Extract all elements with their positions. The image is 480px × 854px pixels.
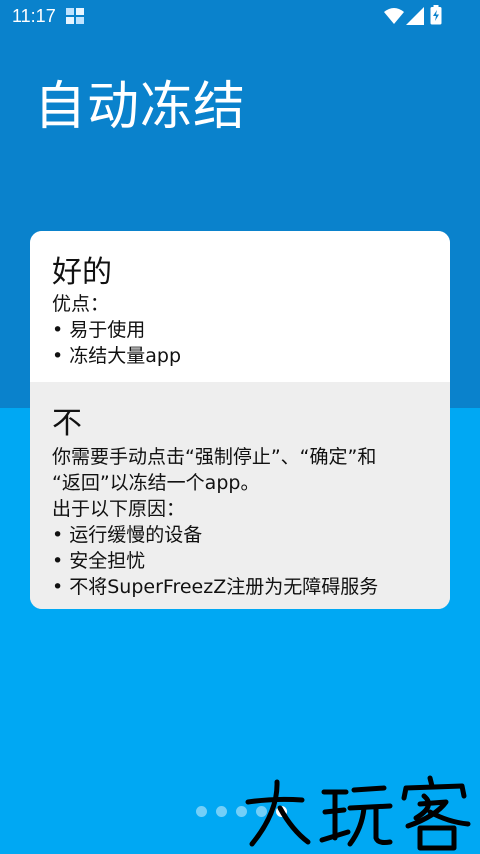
bad-heading: 不 <box>52 406 82 441</box>
wifi-icon <box>384 8 404 24</box>
good-line: • 冻结大量app <box>52 345 182 367</box>
good-section: 好的 优点： • 易于使用 • 冻结大量app <box>30 231 450 382</box>
bad-line: 你需要手动点击“强制停止”、“确定”和 <box>52 446 377 468</box>
bad-list: 你需要手动点击“强制停止”、“确定”和 “返回”以冻结一个app。 出于以下原因… <box>52 444 442 600</box>
bad-line: • 安全担忧 <box>52 550 146 572</box>
battery-charging-icon <box>430 5 442 25</box>
status-time: 11:17 <box>12 6 56 26</box>
comparison-card: 好的 优点： • 易于使用 • 冻结大量app 不 你需要手动点击“强制停止”、… <box>30 231 450 609</box>
page-title: 自动冻结 <box>34 77 247 137</box>
page-dot[interactable] <box>216 806 227 817</box>
bad-line: “返回”以冻结一个app。 <box>52 472 260 494</box>
watermark-logo <box>245 775 471 851</box>
bad-section: 不 你需要手动点击“强制停止”、“确定”和 “返回”以冻结一个app。 出于以下… <box>30 382 450 609</box>
good-line: • 易于使用 <box>52 319 146 341</box>
good-line: 优点： <box>52 293 110 315</box>
good-list: 优点： • 易于使用 • 冻结大量app <box>52 291 442 369</box>
bad-line: 出于以下原因： <box>52 498 186 520</box>
bad-line: • 运行缓慢的设备 <box>52 524 203 546</box>
status-bar: 11:17 <box>0 0 480 34</box>
notification-icon <box>66 8 84 24</box>
signal-icon <box>406 7 424 25</box>
good-heading: 好的 <box>52 255 112 290</box>
page-dot[interactable] <box>196 806 207 817</box>
bad-line: • 不将SuperFreezZ注册为无障碍服务 <box>52 576 379 598</box>
